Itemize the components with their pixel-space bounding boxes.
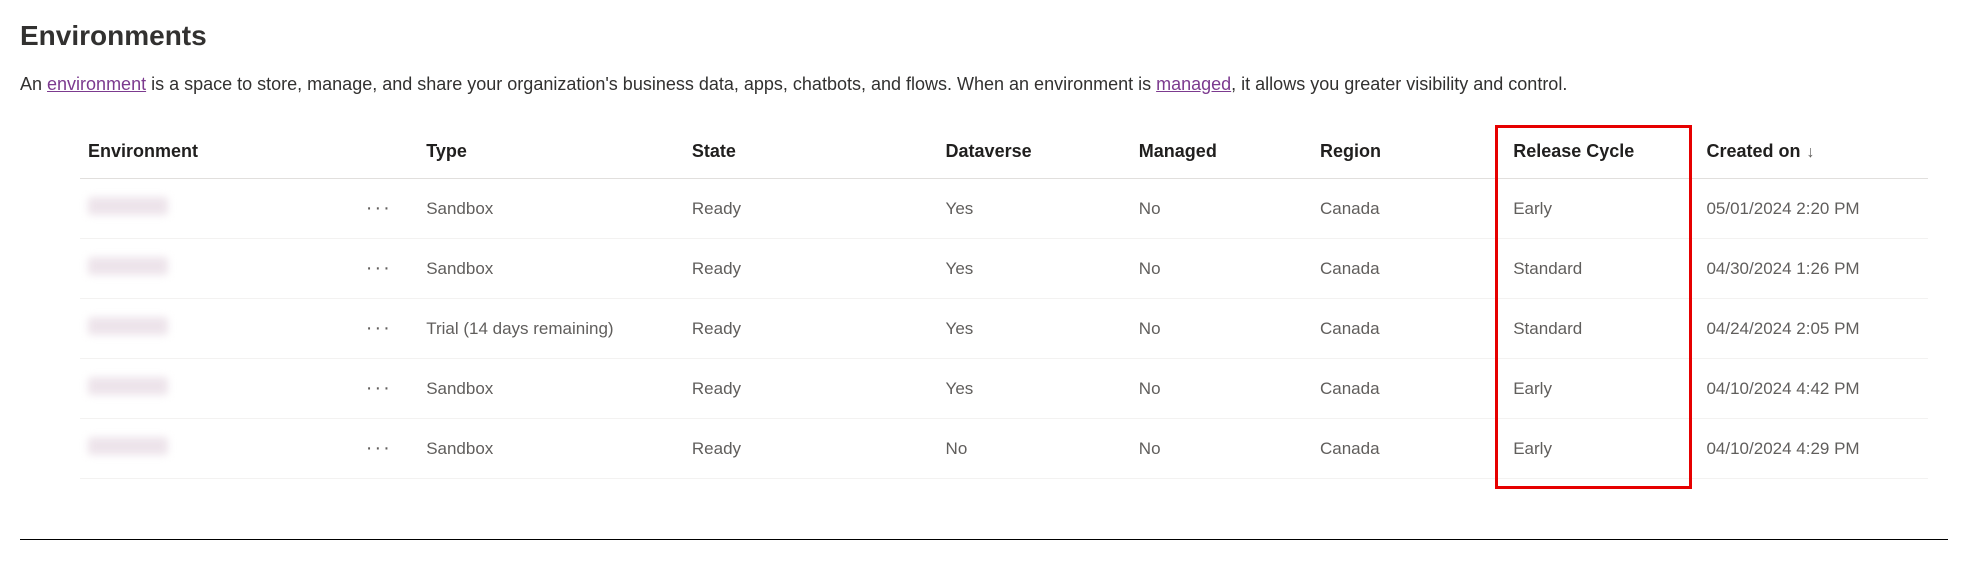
col-created-on-label: Created on [1706, 141, 1800, 161]
col-state-label: State [692, 141, 736, 161]
env-name-cell[interactable] [80, 179, 358, 239]
cell-managed: No [1131, 359, 1312, 419]
cell-managed: No [1131, 299, 1312, 359]
col-state[interactable]: State [684, 131, 938, 179]
cell-release-cycle: Early [1505, 359, 1698, 419]
env-name-redacted [88, 437, 168, 455]
env-name-cell[interactable] [80, 359, 358, 419]
table-row[interactable]: ··· SandboxReadyYesNoCanadaEarly04/10/202… [80, 359, 1928, 419]
cell-release-cycle: Standard [1505, 239, 1698, 299]
col-actions [358, 131, 418, 179]
environment-link[interactable]: environment [47, 74, 146, 94]
env-name-redacted [88, 197, 168, 215]
col-region[interactable]: Region [1312, 131, 1505, 179]
more-actions-icon[interactable]: ··· [366, 258, 392, 278]
cell-created-on: 04/10/2024 4:42 PM [1698, 359, 1928, 419]
table-header-row: Environment Type State Dataverse Managed… [80, 131, 1928, 179]
cell-state: Ready [684, 359, 938, 419]
cell-type: Sandbox [418, 359, 684, 419]
cell-created-on: 04/24/2024 2:05 PM [1698, 299, 1928, 359]
cell-created-on: 05/01/2024 2:20 PM [1698, 179, 1928, 239]
cell-managed: No [1131, 419, 1312, 479]
cell-region: Canada [1312, 299, 1505, 359]
cell-created-on: 04/30/2024 1:26 PM [1698, 239, 1928, 299]
col-type[interactable]: Type [418, 131, 684, 179]
table-row[interactable]: ··· SandboxReadyYesNoCanadaStandard04/30/… [80, 239, 1928, 299]
intro-mid: is a space to store, manage, and share y… [146, 74, 1156, 94]
more-actions-icon[interactable]: ··· [366, 318, 392, 338]
cell-state: Ready [684, 299, 938, 359]
cell-type: Sandbox [418, 419, 684, 479]
env-name-cell[interactable] [80, 299, 358, 359]
env-name-redacted [88, 257, 168, 275]
cell-release-cycle: Early [1505, 179, 1698, 239]
cell-region: Canada [1312, 179, 1505, 239]
cell-created-on: 04/10/2024 4:29 PM [1698, 419, 1928, 479]
intro-text: An environment is a space to store, mana… [20, 74, 1948, 95]
env-name-redacted [88, 377, 168, 395]
row-actions-cell: ··· [358, 359, 418, 419]
more-actions-icon[interactable]: ··· [366, 438, 392, 458]
sort-desc-icon: ↓ [1807, 144, 1815, 161]
cell-dataverse: Yes [938, 239, 1131, 299]
col-dataverse[interactable]: Dataverse [938, 131, 1131, 179]
col-managed-label: Managed [1139, 141, 1217, 161]
col-region-label: Region [1320, 141, 1381, 161]
col-dataverse-label: Dataverse [946, 141, 1032, 161]
cell-state: Ready [684, 239, 938, 299]
row-actions-cell: ··· [358, 179, 418, 239]
cell-dataverse: Yes [938, 179, 1131, 239]
env-name-redacted [88, 317, 168, 335]
env-name-cell[interactable] [80, 419, 358, 479]
col-environment[interactable]: Environment [80, 131, 358, 179]
more-actions-icon[interactable]: ··· [366, 378, 392, 398]
more-actions-icon[interactable]: ··· [366, 198, 392, 218]
table-row[interactable]: ··· SandboxReadyYesNoCanadaEarly05/01/202… [80, 179, 1928, 239]
col-created-on[interactable]: Created on ↓ [1698, 131, 1928, 179]
table-row[interactable]: ···SandboxReadyNoNoCanadaEarly04/10/2024… [80, 419, 1928, 479]
cell-type: Sandbox [418, 179, 684, 239]
cell-managed: No [1131, 239, 1312, 299]
intro-prefix: An [20, 74, 47, 94]
row-actions-cell: ··· [358, 299, 418, 359]
table-row[interactable]: ··· Trial (14 days remaining)ReadyYesNoCa… [80, 299, 1928, 359]
managed-link[interactable]: managed [1156, 74, 1231, 94]
col-type-label: Type [426, 141, 467, 161]
environments-table: Environment Type State Dataverse Managed… [80, 131, 1928, 479]
cell-type: Sandbox [418, 239, 684, 299]
col-release-cycle-label: Release Cycle [1513, 141, 1634, 161]
cell-dataverse: Yes [938, 359, 1131, 419]
row-actions-cell: ··· [358, 239, 418, 299]
col-managed[interactable]: Managed [1131, 131, 1312, 179]
cell-dataverse: Yes [938, 299, 1131, 359]
row-actions-cell: ··· [358, 419, 418, 479]
cell-release-cycle: Early [1505, 419, 1698, 479]
cell-region: Canada [1312, 239, 1505, 299]
col-release-cycle[interactable]: Release Cycle [1505, 131, 1698, 179]
env-name-cell[interactable] [80, 239, 358, 299]
cell-region: Canada [1312, 419, 1505, 479]
cell-managed: No [1131, 179, 1312, 239]
bottom-divider [20, 539, 1948, 540]
cell-type: Trial (14 days remaining) [418, 299, 684, 359]
cell-region: Canada [1312, 359, 1505, 419]
intro-suffix: , it allows you greater visibility and c… [1231, 74, 1567, 94]
cell-state: Ready [684, 419, 938, 479]
page-title: Environments [20, 20, 1948, 52]
cell-dataverse: No [938, 419, 1131, 479]
col-environment-label: Environment [88, 141, 198, 161]
cell-release-cycle: Standard [1505, 299, 1698, 359]
cell-state: Ready [684, 179, 938, 239]
